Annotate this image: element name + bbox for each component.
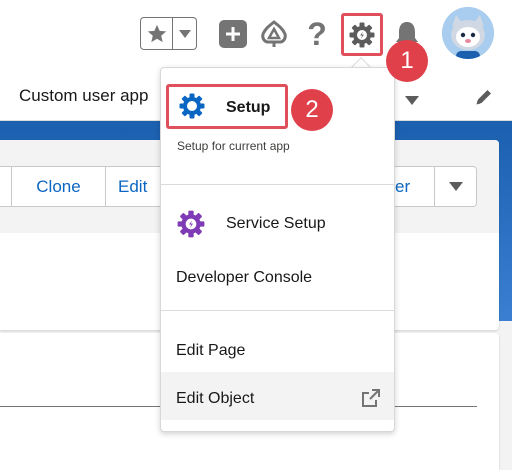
setup-gear-button[interactable]	[341, 13, 383, 56]
global-actions-button[interactable]	[219, 20, 247, 48]
help-icon: ?	[307, 15, 327, 52]
external-link-icon	[361, 388, 381, 413]
user-avatar-button[interactable]	[442, 7, 494, 59]
setup-description: Setup for current app	[177, 139, 290, 153]
service-setup-menu-item[interactable]: Service Setup	[226, 215, 326, 233]
step-2-badge: 2	[291, 89, 333, 131]
service-setup-icon-wrap[interactable]	[176, 209, 206, 239]
favorites-button[interactable]	[141, 18, 173, 49]
menu-divider	[161, 184, 394, 185]
action-button-truncated[interactable]: er	[395, 167, 435, 206]
gear-icon	[349, 22, 375, 47]
pencil-icon	[476, 90, 491, 105]
global-header: ?	[0, 0, 512, 75]
help-button[interactable]: ?	[302, 15, 332, 53]
app-name: Custom user app	[19, 86, 149, 105]
developer-console-menu-item[interactable]: Developer Console	[176, 269, 312, 287]
menu-divider	[161, 310, 394, 311]
edit-page-menu-item[interactable]: Edit Page	[176, 342, 245, 360]
caret-down-icon	[178, 29, 191, 38]
step-2-number: 2	[305, 96, 319, 123]
caret-down-icon	[448, 182, 463, 191]
edit-button[interactable]: Edit	[106, 167, 166, 206]
caret-down-icon	[405, 96, 419, 105]
setup-highlight-box	[166, 84, 288, 129]
action-button-partial[interactable]	[0, 167, 12, 206]
edit-label: Edit	[118, 176, 148, 196]
clone-label: Clone	[36, 176, 81, 196]
plus-icon	[226, 27, 240, 41]
step-1-badge: 1	[386, 40, 428, 82]
star-icon	[147, 24, 166, 42]
more-actions-button[interactable]	[435, 167, 476, 206]
clone-button[interactable]: Clone	[12, 167, 106, 206]
avatar	[442, 7, 494, 59]
step-1-number: 1	[400, 47, 414, 74]
service-setup-gear-icon	[177, 210, 205, 238]
nav-menu-button[interactable]	[405, 92, 419, 110]
truncated-action-label: er	[395, 176, 411, 196]
edit-object-menu-item[interactable]: Edit Object	[176, 390, 254, 408]
trailhead-icon	[261, 20, 287, 47]
favorites-menu-button[interactable]	[173, 18, 196, 49]
edit-nav-button[interactable]	[474, 87, 494, 112]
trailhead-button[interactable]	[258, 19, 290, 49]
favorites-button-group	[140, 17, 197, 50]
